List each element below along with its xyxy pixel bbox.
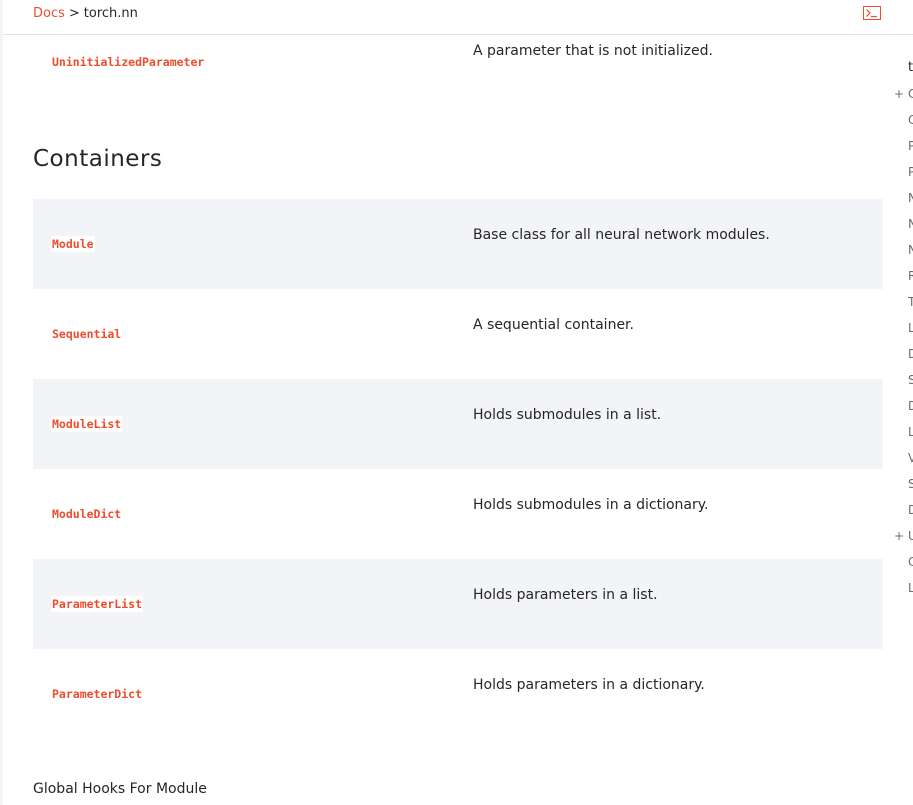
toc-item-label: D [908, 399, 913, 413]
table-row: UninitializedParameter A parameter that … [33, 35, 883, 125]
table-row-name: Module [51, 236, 95, 252]
toc-item[interactable]: S [894, 372, 913, 388]
table-row: ParameterDict Holds parameters in a dict… [33, 649, 883, 739]
table-row-name: UninitializedParameter [51, 54, 206, 70]
toc-item-label: L [908, 425, 913, 439]
expand-plus-icon: + [894, 87, 905, 101]
toc-item[interactable]: P [894, 138, 913, 154]
table-row-description: A sequential container. [473, 317, 634, 333]
toc-item[interactable]: + U [894, 528, 913, 544]
table-row-description: A parameter that is not initialized. [473, 43, 713, 59]
toc-item[interactable]: D [894, 398, 913, 414]
api-link[interactable]: UninitializedParameter [51, 54, 206, 70]
toc-item[interactable]: L [894, 424, 913, 440]
toc-item[interactable]: D [894, 502, 913, 518]
api-link[interactable]: Sequential [51, 326, 123, 342]
toc-item-label: D [908, 347, 913, 361]
toc-item[interactable]: P [894, 164, 913, 180]
table-row-description: Holds parameters in a list. [473, 587, 658, 603]
page: Docs > torch.nn UninitializedParameter A p… [0, 0, 913, 805]
right-toc: t + C C P P N N N R T L D S D L V S D + U C L [894, 60, 913, 620]
toc-item-label: L [908, 321, 913, 335]
toc-item-label: V [908, 451, 913, 465]
toc-item-label: P [908, 139, 913, 153]
toc-item[interactable]: T [894, 294, 913, 310]
left-sidebar-edge [0, 0, 3, 805]
breadcrumb: Docs > torch.nn [33, 6, 138, 22]
toc-item-label: T [908, 295, 913, 309]
breadcrumb-separator: > [68, 6, 80, 21]
table-row-description: Base class for all neural network module… [473, 227, 770, 243]
toc-item-label: N [908, 243, 913, 257]
toc-item-label: S [908, 477, 913, 491]
toc-item-label: D [908, 503, 913, 517]
table-row: Sequential A sequential container. [33, 289, 883, 379]
table-row-description: Holds submodules in a dictionary. [473, 497, 709, 513]
table-row-description: Holds parameters in a dictionary. [473, 677, 705, 693]
toc-item[interactable]: + C [894, 86, 913, 102]
table-row: ParameterList Holds parameters in a list… [33, 559, 883, 649]
toc-item-label: S [908, 373, 913, 387]
table-row-name: ParameterDict [51, 686, 144, 702]
toc-item-label: P [908, 165, 913, 179]
toc-item[interactable]: N [894, 216, 913, 232]
toc-item-label: C [908, 87, 913, 101]
header-bar: Docs > torch.nn [3, 0, 913, 35]
toc-item[interactable]: C [894, 554, 913, 570]
expand-plus-icon: + [894, 529, 905, 543]
breadcrumb-docs-link[interactable]: Docs [33, 6, 65, 21]
table-row-name: ModuleDict [51, 506, 123, 522]
toc-item[interactable]: L [894, 580, 913, 596]
api-link[interactable]: ParameterList [51, 596, 144, 612]
table-row: ModuleList Holds submodules in a list. [33, 379, 883, 469]
table-row-name: Sequential [51, 326, 123, 342]
toc-item-label: C [908, 555, 913, 569]
table-row: Module Base class for all neural network… [33, 199, 883, 289]
api-link[interactable]: ParameterDict [51, 686, 144, 702]
table-row-name: ModuleList [51, 416, 123, 432]
toc-item-label: C [908, 113, 913, 127]
toc-item[interactable]: R [894, 268, 913, 284]
api-link[interactable]: ModuleList [51, 416, 123, 432]
toc-item-label: N [908, 191, 913, 205]
api-link[interactable]: ModuleDict [51, 506, 123, 522]
toc-item[interactable]: N [894, 242, 913, 258]
breadcrumb-current: torch.nn [83, 6, 138, 21]
terminal-icon[interactable] [863, 5, 881, 20]
toc-item[interactable]: V [894, 450, 913, 466]
toc-item[interactable]: C [894, 112, 913, 128]
toc-item[interactable]: N [894, 190, 913, 206]
toc-item-label: N [908, 217, 913, 231]
toc-item[interactable]: L [894, 320, 913, 336]
section-title: Containers [33, 146, 163, 172]
toc-item[interactable]: D [894, 346, 913, 362]
toc-item-label: R [908, 269, 913, 283]
toc-item-label: L [908, 581, 913, 595]
subsection-heading: Global Hooks For Module [33, 781, 207, 797]
toc-item[interactable]: S [894, 476, 913, 492]
table-row: ModuleDict Holds submodules in a diction… [33, 469, 883, 559]
table-row-name: ParameterList [51, 596, 144, 612]
toc-title: t [908, 60, 913, 75]
api-link[interactable]: Module [51, 236, 95, 252]
table-row-description: Holds submodules in a list. [473, 407, 662, 423]
toc-item-label: U [908, 529, 913, 543]
